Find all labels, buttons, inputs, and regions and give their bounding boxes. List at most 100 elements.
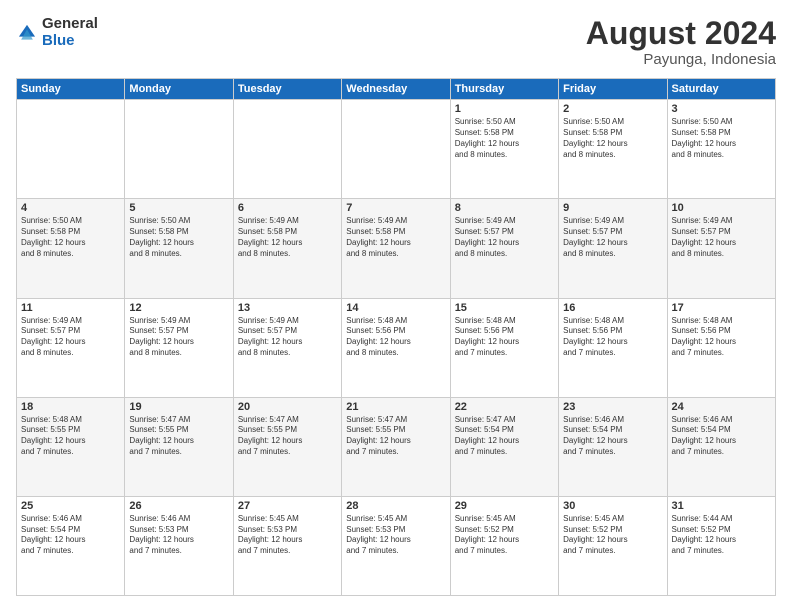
day-number: 14: [346, 302, 445, 314]
day-info: Sunrise: 5:49 AM Sunset: 5:58 PM Dayligh…: [346, 216, 445, 259]
calendar-day-cell: 21Sunrise: 5:47 AM Sunset: 5:55 PM Dayli…: [342, 397, 450, 496]
calendar-day-cell: [125, 100, 233, 199]
day-info: Sunrise: 5:45 AM Sunset: 5:53 PM Dayligh…: [346, 514, 445, 557]
day-number: 30: [563, 500, 662, 512]
calendar-week-row: 4 Sunrise: 5:50 AM Sunset: 5:58 PM Daylig…: [17, 199, 776, 298]
calendar-header-tuesday: Tuesday: [233, 79, 341, 100]
day-number: 31: [672, 500, 771, 512]
calendar-day-cell: 15 Sunrise: 5:48 AM Sunset: 5:56 PM Dayli…: [450, 298, 558, 397]
day-number: 6: [238, 202, 337, 214]
logo-icon: [16, 22, 38, 44]
day-info: Sunrise: 5:49 AM Sunset: 5:57 PM Dayligh…: [238, 316, 337, 359]
calendar-day-cell: 17Sunrise: 5:48 AM Sunset: 5:56 PM Dayli…: [667, 298, 775, 397]
calendar-day-cell: 13 Sunrise: 5:49 AM Sunset: 5:57 PM Dayli…: [233, 298, 341, 397]
calendar-header-friday: Friday: [559, 79, 667, 100]
calendar-day-cell: [342, 100, 450, 199]
day-info: Sunrise: 5:49 AM Sunset: 5:57 PM Dayligh…: [672, 216, 771, 259]
calendar-table: SundayMondayTuesdayWednesdayThursdayFrid…: [16, 78, 776, 596]
day-number: 1: [455, 103, 554, 115]
day-info: Sunrise: 5:48 AM Sunset: 5:55 PM Dayligh…: [21, 415, 120, 458]
day-number: 20: [238, 401, 337, 413]
header: General Blue August 2024 Payunga, Indone…: [16, 16, 776, 68]
day-info: Sunrise: 5:49 AM Sunset: 5:58 PM Dayligh…: [238, 216, 337, 259]
calendar-day-cell: 2 Sunrise: 5:50 AM Sunset: 5:58 PM Daylig…: [559, 100, 667, 199]
calendar-day-cell: 3 Sunrise: 5:50 AM Sunset: 5:58 PM Daylig…: [667, 100, 775, 199]
title-block: August 2024 Payunga, Indonesia: [586, 16, 776, 68]
calendar-header-thursday: Thursday: [450, 79, 558, 100]
main-title: August 2024: [586, 16, 776, 51]
day-info: Sunrise: 5:46 AM Sunset: 5:54 PM Dayligh…: [672, 415, 771, 458]
calendar-day-cell: 23 Sunrise: 5:46 AM Sunset: 5:54 PM Dayli…: [559, 397, 667, 496]
calendar-day-cell: 19 Sunrise: 5:47 AM Sunset: 5:55 PM Dayli…: [125, 397, 233, 496]
day-number: 23: [563, 401, 662, 413]
day-info: Sunrise: 5:49 AM Sunset: 5:57 PM Dayligh…: [21, 316, 120, 359]
day-number: 5: [129, 202, 228, 214]
day-info: Sunrise: 5:46 AM Sunset: 5:54 PM Dayligh…: [21, 514, 120, 557]
calendar-day-cell: 16 Sunrise: 5:48 AM Sunset: 5:56 PM Dayli…: [559, 298, 667, 397]
calendar-header-row: SundayMondayTuesdayWednesdayThursdayFrid…: [17, 79, 776, 100]
subtitle: Payunga, Indonesia: [586, 51, 776, 68]
calendar-header-saturday: Saturday: [667, 79, 775, 100]
calendar-header-wednesday: Wednesday: [342, 79, 450, 100]
day-info: Sunrise: 5:48 AM Sunset: 5:56 PM Dayligh…: [455, 316, 554, 359]
day-info: Sunrise: 5:50 AM Sunset: 5:58 PM Dayligh…: [672, 117, 771, 160]
day-info: Sunrise: 5:48 AM Sunset: 5:56 PM Dayligh…: [563, 316, 662, 359]
calendar-day-cell: [17, 100, 125, 199]
day-number: 25: [21, 500, 120, 512]
calendar-day-cell: 8Sunrise: 5:49 AM Sunset: 5:57 PM Daylig…: [450, 199, 558, 298]
day-info: Sunrise: 5:50 AM Sunset: 5:58 PM Dayligh…: [563, 117, 662, 160]
calendar-day-cell: 6 Sunrise: 5:49 AM Sunset: 5:58 PM Daylig…: [233, 199, 341, 298]
calendar-day-cell: 5 Sunrise: 5:50 AM Sunset: 5:58 PM Daylig…: [125, 199, 233, 298]
day-info: Sunrise: 5:46 AM Sunset: 5:54 PM Dayligh…: [563, 415, 662, 458]
day-info: Sunrise: 5:50 AM Sunset: 5:58 PM Dayligh…: [129, 216, 228, 259]
day-number: 2: [563, 103, 662, 115]
calendar-day-cell: 9Sunrise: 5:49 AM Sunset: 5:57 PM Daylig…: [559, 199, 667, 298]
calendar-week-row: 1 Sunrise: 5:50 AM Sunset: 5:58 PM Daylig…: [17, 100, 776, 199]
calendar-day-cell: 12 Sunrise: 5:49 AM Sunset: 5:57 PM Dayli…: [125, 298, 233, 397]
page: General Blue August 2024 Payunga, Indone…: [0, 0, 792, 612]
day-number: 11: [21, 302, 120, 314]
calendar-day-cell: 7 Sunrise: 5:49 AM Sunset: 5:58 PM Daylig…: [342, 199, 450, 298]
calendar-day-cell: 20Sunrise: 5:47 AM Sunset: 5:55 PM Dayli…: [233, 397, 341, 496]
calendar-day-cell: 25 Sunrise: 5:46 AM Sunset: 5:54 PM Dayli…: [17, 496, 125, 595]
calendar-day-cell: 14 Sunrise: 5:48 AM Sunset: 5:56 PM Dayli…: [342, 298, 450, 397]
day-number: 16: [563, 302, 662, 314]
day-number: 12: [129, 302, 228, 314]
day-info: Sunrise: 5:48 AM Sunset: 5:56 PM Dayligh…: [672, 316, 771, 359]
day-info: Sunrise: 5:47 AM Sunset: 5:54 PM Dayligh…: [455, 415, 554, 458]
day-number: 8: [455, 202, 554, 214]
calendar-day-cell: 30 Sunrise: 5:45 AM Sunset: 5:52 PM Dayli…: [559, 496, 667, 595]
day-number: 18: [21, 401, 120, 413]
day-number: 15: [455, 302, 554, 314]
calendar-day-cell: 4 Sunrise: 5:50 AM Sunset: 5:58 PM Daylig…: [17, 199, 125, 298]
calendar-day-cell: 24Sunrise: 5:46 AM Sunset: 5:54 PM Dayli…: [667, 397, 775, 496]
day-info: Sunrise: 5:45 AM Sunset: 5:52 PM Dayligh…: [455, 514, 554, 557]
calendar-day-cell: 11 Sunrise: 5:49 AM Sunset: 5:57 PM Dayli…: [17, 298, 125, 397]
day-info: Sunrise: 5:44 AM Sunset: 5:52 PM Dayligh…: [672, 514, 771, 557]
day-number: 21: [346, 401, 445, 413]
day-info: Sunrise: 5:48 AM Sunset: 5:56 PM Dayligh…: [346, 316, 445, 359]
day-info: Sunrise: 5:47 AM Sunset: 5:55 PM Dayligh…: [129, 415, 228, 458]
day-number: 3: [672, 103, 771, 115]
day-number: 7: [346, 202, 445, 214]
day-info: Sunrise: 5:50 AM Sunset: 5:58 PM Dayligh…: [21, 216, 120, 259]
day-number: 27: [238, 500, 337, 512]
day-number: 22: [455, 401, 554, 413]
calendar-week-row: 18 Sunrise: 5:48 AM Sunset: 5:55 PM Dayli…: [17, 397, 776, 496]
logo-blue: Blue: [42, 33, 98, 50]
day-info: Sunrise: 5:49 AM Sunset: 5:57 PM Dayligh…: [129, 316, 228, 359]
day-number: 29: [455, 500, 554, 512]
day-info: Sunrise: 5:46 AM Sunset: 5:53 PM Dayligh…: [129, 514, 228, 557]
calendar-day-cell: 1 Sunrise: 5:50 AM Sunset: 5:58 PM Daylig…: [450, 100, 558, 199]
calendar-day-cell: 22 Sunrise: 5:47 AM Sunset: 5:54 PM Dayli…: [450, 397, 558, 496]
day-number: 4: [21, 202, 120, 214]
day-number: 19: [129, 401, 228, 413]
calendar-day-cell: 31 Sunrise: 5:44 AM Sunset: 5:52 PM Dayli…: [667, 496, 775, 595]
day-number: 10: [672, 202, 771, 214]
day-number: 13: [238, 302, 337, 314]
day-number: 9: [563, 202, 662, 214]
calendar-day-cell: 29 Sunrise: 5:45 AM Sunset: 5:52 PM Dayli…: [450, 496, 558, 595]
day-info: Sunrise: 5:45 AM Sunset: 5:52 PM Dayligh…: [563, 514, 662, 557]
calendar-header-sunday: Sunday: [17, 79, 125, 100]
day-info: Sunrise: 5:50 AM Sunset: 5:58 PM Dayligh…: [455, 117, 554, 160]
